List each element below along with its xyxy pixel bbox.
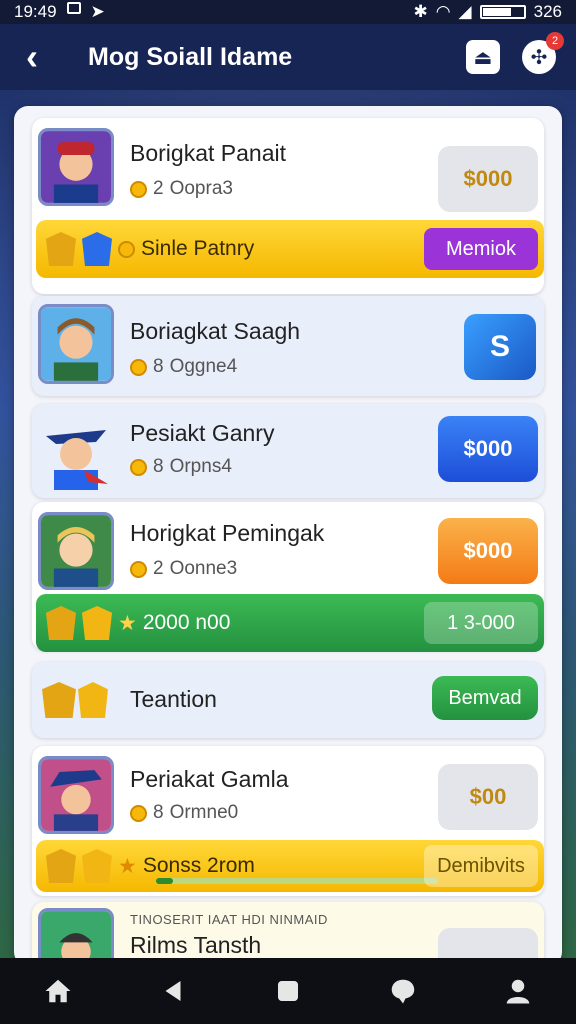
event-list: Borigkat Panait 2 Oopra3 $000 Sinle Patn… [14,106,562,966]
list-item[interactable]: Borigkat Panait 2 Oopra3 $000 Sinle Patn… [32,118,544,294]
reward-bar: ★ 2000 n00 1 3-000 [36,594,544,652]
reward-label: Sinle Patnry [141,237,255,260]
cube-reward-icon[interactable]: S [464,314,542,380]
profile-button[interactable] [496,969,540,1013]
star-icon: ★ [118,611,137,635]
item-count: 2 [153,178,164,199]
item-meta-text: Oggne4 [169,356,238,377]
notification-icon [66,2,81,14]
list-item[interactable]: Periakat Gamla 8 Ormne0 $00 ★ Sonss 2rom… [32,746,544,896]
player-avatar [38,304,114,384]
item-meta: 8 Orpns4 [130,456,232,478]
player-avatar [38,412,114,490]
signal-icon: ◢ [458,2,472,21]
back-triangle-icon [165,981,181,1001]
app-header: ‹ Mog Soiall Idame ⏏ ✣ 2 [0,24,576,90]
share-icon: ⏏ [473,46,493,69]
navigation-bar [0,958,576,1024]
item-name: Horigkat Pemingak [130,520,325,546]
coin-icon [130,358,147,376]
reward-bar: Sinle Patnry Memiok [36,220,544,278]
shield-badge-icon [82,606,112,640]
price-button[interactable]: $000 [438,146,538,212]
list-item[interactable]: Teantion Bemvad [32,662,544,738]
share-button[interactable]: ⏏ [466,40,500,74]
reward-claim-button[interactable]: Memiok [424,228,538,270]
list-item[interactable]: Pesiakt Ganry 8 Orpns4 $000 [32,404,544,498]
status-time: 19:49 [14,2,57,21]
item-meta-text: Ormne0 [169,802,239,823]
coin-icon [130,180,147,198]
token-icon [118,240,135,258]
reward-claim-button[interactable]: Demibvits [424,845,538,887]
person-icon [507,979,530,1004]
item-meta: 8 Oggne4 [130,356,237,378]
location-icon: ➤ [90,2,105,21]
home-button[interactable] [36,969,80,1013]
player-avatar [38,512,114,590]
back-button[interactable]: ‹ [0,24,64,90]
player-avatar [38,756,114,834]
price-button[interactable]: $000 [438,416,538,482]
list-item[interactable]: Boriagkat Saagh 8 Oggne4 S [32,296,544,396]
price-button[interactable]: $00 [438,764,538,830]
chat-button[interactable] [381,969,425,1013]
game-menu-button[interactable]: ✣ 2 [522,32,564,74]
item-name: Rilms Tansth [130,932,262,958]
medal-icon [82,849,112,883]
badge-icon [42,682,76,718]
shield-badge-icon [46,232,76,266]
item-name: Boriagkat Saagh [130,318,301,344]
gold-bar-icon [46,849,76,883]
coin-icon [130,458,147,476]
reward-value-button[interactable]: 1 3-000 [424,602,538,644]
item-name: Borigkat Panait [130,140,286,166]
item-name: Periakat Gamla [130,766,289,792]
coin-icon [130,560,147,578]
reward-label: Sonss 2rom [142,854,255,877]
reward-button[interactable]: Bemvad [432,676,538,720]
item-meta: 2 Oonne3 [130,558,237,580]
badge-icon [78,682,108,718]
status-right-text: 326 [533,2,562,21]
item-meta-text: Oonne3 [169,558,238,579]
item-count: 8 [153,456,164,477]
reward-label: 2000 n00 [142,611,231,634]
list-item[interactable]: TINOSERIT IAAT HDI NINMAID Rilms Tansth [32,902,544,966]
star-icon: ★ [118,854,137,878]
recents-button[interactable] [266,969,310,1013]
item-name: Pesiakt Ganry [130,420,275,446]
reward-bar: ★ Sonss 2rom Demibvits [36,840,544,892]
item-meta: 8 Ormne0 [130,802,238,824]
price-button[interactable]: $000 [438,518,538,584]
item-count: 2 [153,558,164,579]
gem-badge-icon [82,232,112,266]
item-count: 8 [153,802,164,823]
wifi-icon: ◠ [435,2,451,21]
bluetooth-icon: ✱ [413,2,428,21]
reward-progress-bar [156,878,438,884]
page-title: Mog Soiall Idame [88,42,293,71]
battery-icon [479,5,526,19]
chat-icon [391,979,415,1004]
item-meta: 2 Oopra3 [130,178,233,200]
home-icon [45,979,71,1003]
gamepad-icon: ✣ [530,46,548,69]
ad-caption: TINOSERIT IAAT HDI NINMAID [130,912,328,927]
item-name: Teantion [130,686,217,712]
back-nav-button[interactable] [151,969,195,1013]
item-meta-text: Orpns4 [169,456,232,477]
player-avatar [38,128,114,206]
item-meta-text: Oopra3 [169,178,233,199]
notification-badge: 2 [546,32,564,50]
square-icon [277,981,298,1001]
coin-icon [130,804,147,822]
status-bar: 19:49 ➤ ✱ ◠ ◢ 326 [0,0,576,24]
item-count: 8 [153,356,164,377]
list-item[interactable]: Horigkat Pemingak 2 Oonne3 $000 ★ 2000 n… [32,502,544,652]
shield-badge-icon [46,606,76,640]
